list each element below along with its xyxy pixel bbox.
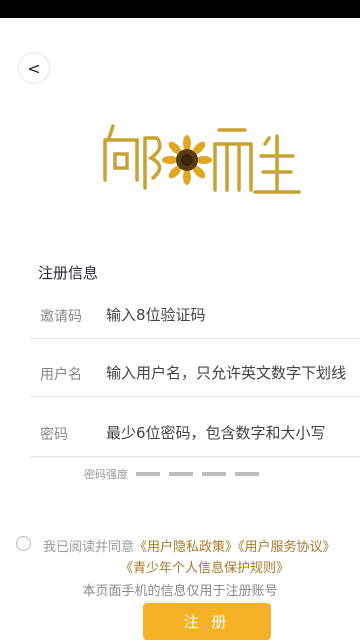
logo: [95, 108, 305, 208]
username-input[interactable]: [106, 358, 356, 388]
status-bar: [0, 0, 360, 18]
privacy-policy-link[interactable]: 《用户隐私政策》: [134, 540, 238, 555]
chevron-left-icon: <: [27, 58, 41, 78]
strength-bar: [235, 472, 259, 476]
username-field: 用户名: [30, 354, 360, 397]
invite-code-label: 邀请码: [40, 309, 82, 325]
password-field: 密码: [30, 414, 360, 457]
agree-radio[interactable]: [16, 536, 31, 551]
password-strength-label: 密码强度: [84, 468, 128, 481]
invite-code-field: 邀请码: [30, 296, 360, 339]
back-button[interactable]: <: [18, 52, 50, 84]
agreement-text: 我已阅读并同意《用户隐私政策》《用户服务协议》: [43, 536, 336, 555]
invite-code-input[interactable]: [106, 300, 356, 330]
password-strength: 密码强度: [84, 466, 268, 482]
service-agreement-link[interactable]: 《用户服务协议》: [238, 540, 336, 555]
password-label: 密码: [40, 427, 68, 443]
strength-bar: [169, 472, 193, 476]
password-input[interactable]: [106, 418, 356, 448]
username-label: 用户名: [40, 367, 82, 383]
youth-privacy-link[interactable]: 《青少年个人信息保护规则》: [120, 557, 289, 576]
strength-bar: [202, 472, 226, 476]
sunflower-logo-icon: [103, 124, 301, 194]
agreement-prefix: 我已阅读并同意: [43, 540, 135, 555]
section-title: 注册信息: [38, 264, 99, 282]
strength-bar: [136, 472, 160, 476]
notice-text: 本页面手机的信息仅用于注册账号: [82, 584, 278, 599]
register-button[interactable]: 注 册: [143, 603, 271, 640]
